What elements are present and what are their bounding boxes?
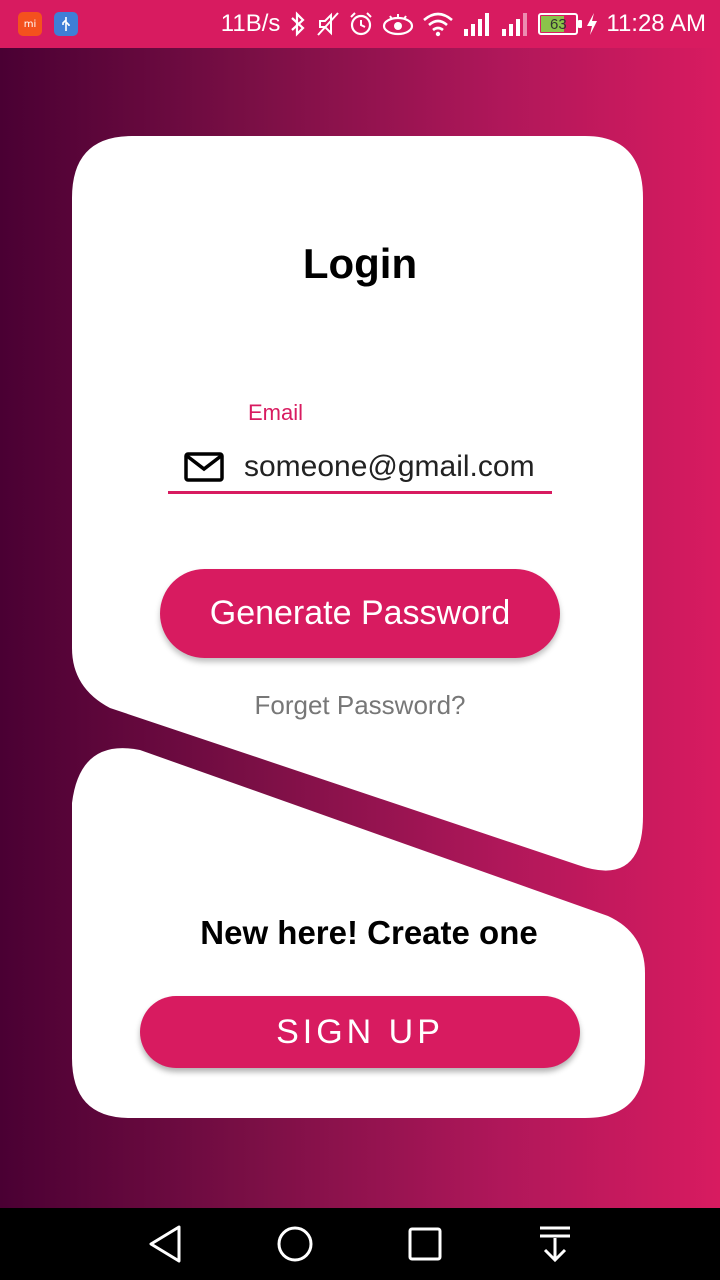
email-field[interactable] bbox=[168, 442, 552, 494]
signup-prompt: New here! Create one bbox=[200, 914, 538, 951]
wifi-icon bbox=[422, 11, 454, 37]
clock: 11:28 AM bbox=[606, 10, 706, 37]
usb-icon bbox=[54, 12, 78, 36]
eye-icon bbox=[382, 12, 414, 36]
back-icon[interactable] bbox=[135, 1214, 195, 1274]
status-bar: mi 11B/s 63 11:28 AM bbox=[0, 0, 720, 48]
notification-pull-icon[interactable] bbox=[525, 1214, 585, 1274]
signal-icon bbox=[462, 12, 492, 36]
bluetooth-icon bbox=[288, 11, 308, 37]
forget-password-link[interactable]: Forget Password? bbox=[0, 690, 720, 721]
navigation-bar bbox=[0, 1208, 720, 1280]
mute-icon bbox=[316, 11, 340, 37]
email-input[interactable] bbox=[244, 449, 544, 484]
battery-level: 63 bbox=[550, 15, 567, 33]
mi-icon: mi bbox=[18, 12, 42, 36]
mail-icon bbox=[184, 451, 224, 483]
generate-password-button[interactable]: Generate Password bbox=[160, 569, 560, 658]
charging-icon bbox=[586, 12, 598, 36]
net-speed: 11B/s bbox=[220, 10, 281, 37]
home-icon[interactable] bbox=[265, 1214, 325, 1274]
battery-icon: 63 bbox=[538, 13, 583, 35]
signal-icon bbox=[500, 12, 530, 36]
alarm-icon bbox=[348, 11, 374, 37]
recents-icon[interactable] bbox=[395, 1214, 455, 1274]
email-label: Email bbox=[248, 400, 304, 425]
sign-up-button[interactable]: SIGN UP bbox=[140, 996, 580, 1068]
login-title: Login bbox=[302, 240, 418, 287]
